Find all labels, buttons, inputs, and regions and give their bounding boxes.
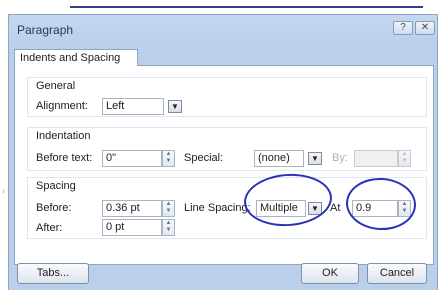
alignment-select[interactable]: Left (102, 98, 164, 115)
background-window-edge (0, 0, 445, 12)
after-label: After: (36, 222, 63, 234)
before-text-spinner[interactable]: ▲ ▼ (162, 150, 175, 167)
line-spacing-dropdown-arrow-icon[interactable]: ▼ (308, 202, 322, 215)
before-spacing-field[interactable]: 0.36 pt (102, 200, 162, 217)
line-spacing-label: Line Spacing: (184, 202, 251, 214)
at-field[interactable]: 0.9 (352, 200, 398, 217)
ok-button[interactable]: OK (301, 263, 359, 284)
tabs-button[interactable]: Tabs... (17, 263, 89, 284)
special-select[interactable]: (none) (254, 150, 304, 167)
by-spinner[interactable]: ▲ ▼ (398, 150, 411, 167)
tab-label: Indents and Spacing (20, 52, 121, 64)
general-heading: General (36, 80, 76, 92)
spacing-group: Spacing Before: 0.36 pt ▲ ▼ Line Spacing:… (27, 177, 427, 239)
by-field[interactable] (354, 150, 398, 167)
close-button[interactable]: ✕ (415, 21, 435, 35)
paragraph-dialog: Paragraph ? ✕ Indents and Spacing Genera… (8, 14, 438, 290)
cancel-button[interactable]: Cancel (367, 263, 427, 284)
special-label: Special: (184, 152, 224, 164)
before-text-field[interactable]: 0" (102, 150, 162, 167)
alignment-dropdown-arrow-icon[interactable]: ▼ (168, 100, 182, 113)
indentation-group: Indentation Before text: 0" ▲ ▼ Special: … (27, 127, 427, 171)
before-spacing-spinner[interactable]: ▲ ▼ (162, 200, 175, 217)
at-spinner[interactable]: ▲ ▼ (398, 200, 411, 217)
after-spacing-spinner[interactable]: ▲ ▼ (162, 219, 175, 236)
line-spacing-select[interactable]: Multiple (256, 200, 306, 217)
dialog-title: Paragraph (17, 23, 74, 37)
indentation-heading: Indentation (36, 130, 91, 142)
special-dropdown-arrow-icon[interactable]: ▼ (308, 152, 322, 165)
by-label: By: (332, 152, 348, 164)
alignment-label: Alignment: (36, 100, 88, 112)
before-label: Before: (36, 202, 72, 214)
before-text-label: Before text: (36, 152, 93, 164)
background-window-border (70, 6, 423, 8)
left-scroll-arrow-icon: › (2, 186, 5, 196)
alignment-label-text: Alignment: (36, 100, 88, 112)
after-spacing-field[interactable]: 0 pt (102, 219, 162, 236)
general-group: General Alignment: Left ▼ (27, 77, 427, 117)
spacing-heading: Spacing (36, 180, 76, 192)
help-button[interactable]: ? (393, 21, 413, 35)
at-label: At (330, 202, 341, 214)
tab-indents-and-spacing[interactable]: Indents and Spacing (14, 49, 138, 66)
